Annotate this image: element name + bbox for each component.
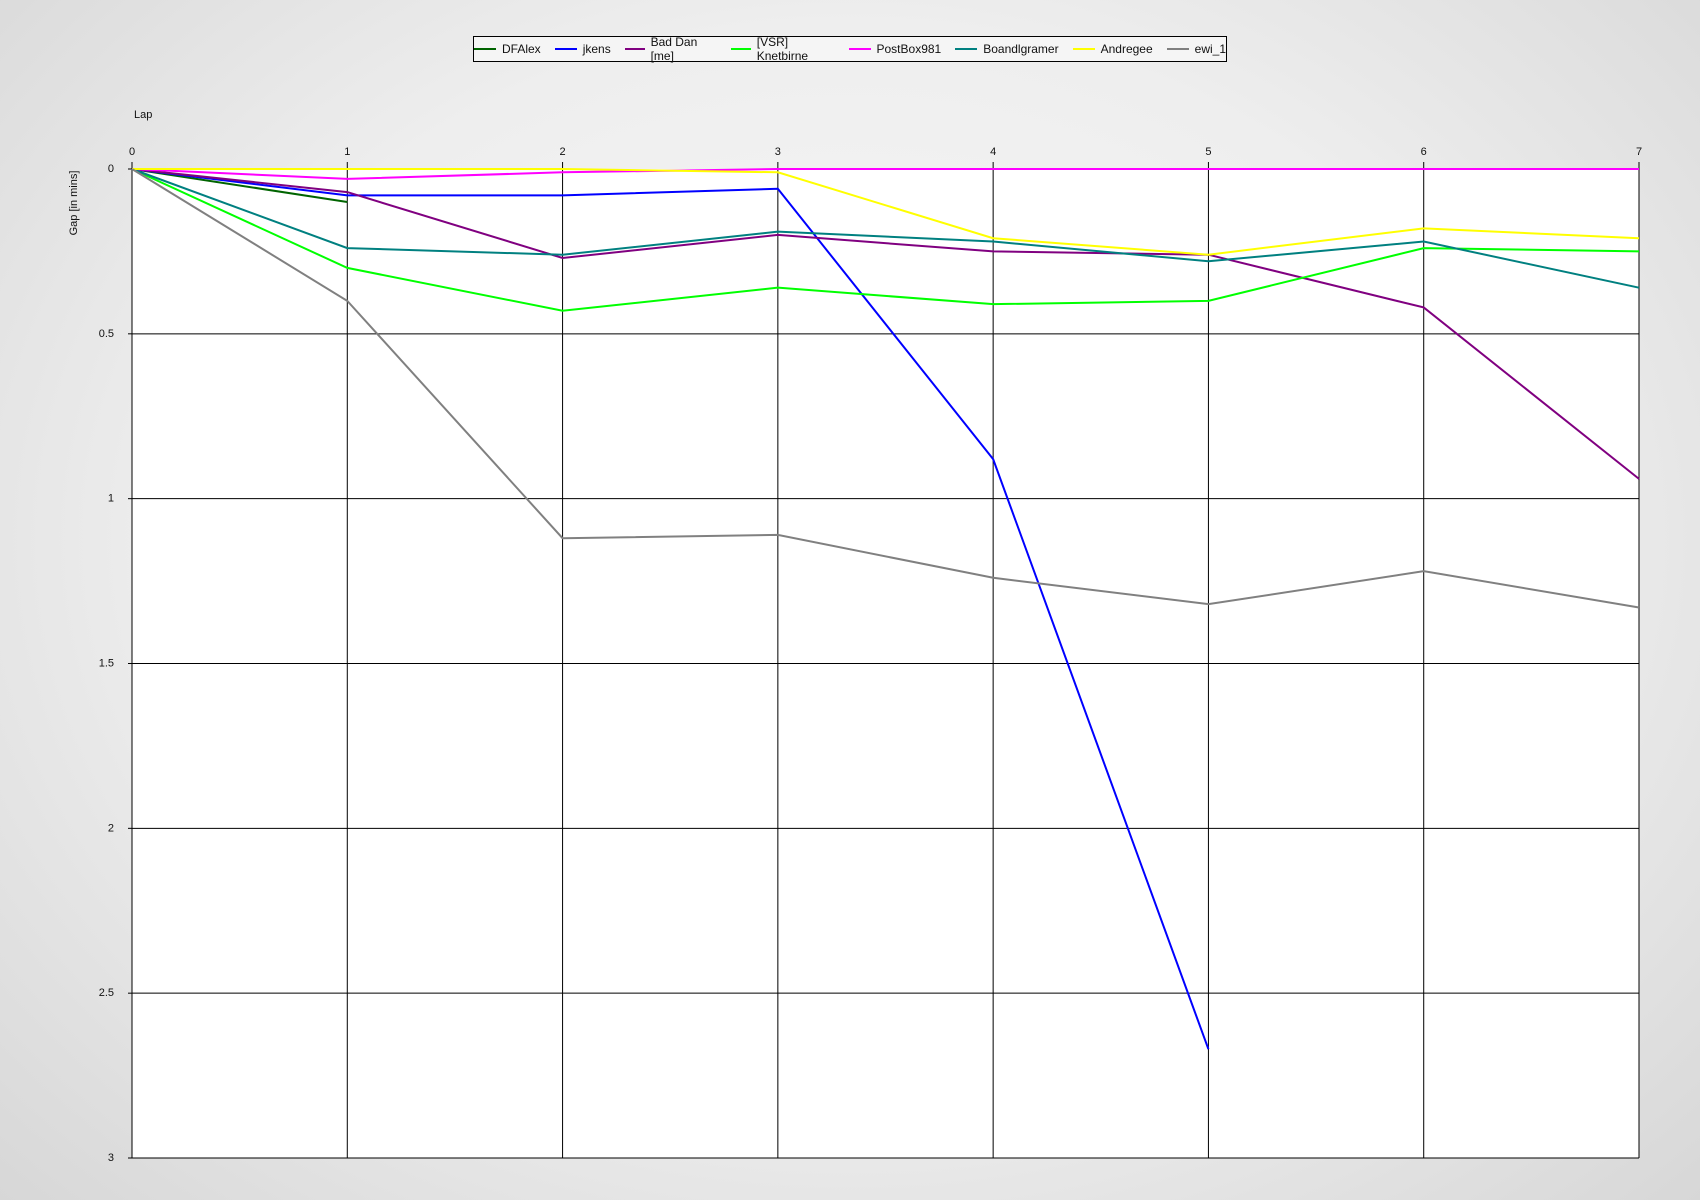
y-tick-label: 0.5: [99, 328, 114, 340]
x-tick-label: 3: [775, 146, 781, 158]
x-tick-label: 4: [990, 146, 996, 158]
y-tick-label: 2: [108, 822, 114, 834]
y-axis-title: Gap [in mins]: [68, 171, 80, 236]
x-tick-label: 7: [1636, 146, 1642, 158]
gap-chart: 0 0.5 1 1.5 2 2.5 3 0 1 2 3 4 5 6 7 Lap Gap [in mins]: [68, 109, 1642, 1164]
y-tick-label: 1.5: [99, 658, 114, 670]
x-tick-label: 0: [129, 146, 135, 158]
y-tick-label: 0: [108, 163, 114, 175]
y-tick-label: 2.5: [99, 987, 114, 999]
y-tick-label: 3: [108, 1152, 114, 1164]
x-tick-label: 5: [1205, 146, 1211, 158]
x-tick-label: 6: [1421, 146, 1427, 158]
x-tick-label: 1: [344, 146, 350, 158]
x-axis-title: Lap: [134, 109, 152, 121]
x-tick-label: 2: [560, 146, 566, 158]
y-tick-label: 1: [108, 493, 114, 505]
